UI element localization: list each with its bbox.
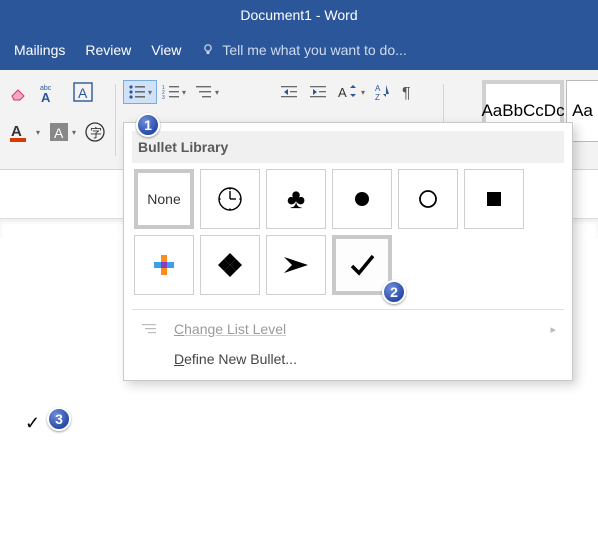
svg-text:A: A [338,85,347,100]
svg-text:3: 3 [162,95,165,100]
phonetic-guide-icon[interactable]: abcA [34,78,66,106]
font-group-bottom: A ▾ A ▾ 字 [4,118,110,146]
submenu-arrow-icon: ▸ [550,323,556,336]
tell-me-search[interactable]: Tell me what you want to do... [201,42,406,58]
tell-me-text: Tell me what you want to do... [222,42,406,58]
define-new-bullet[interactable]: Define New Bullet... [132,344,564,374]
svg-text:A: A [375,84,381,93]
tab-mailings[interactable]: Mailings [14,42,65,58]
bullet-library-header: Bullet Library [132,131,564,163]
svg-text:A: A [78,85,88,101]
multilevel-list-button[interactable]: ▾ [191,82,223,102]
bullet-clock[interactable] [200,169,260,229]
font-group-top: abcA A [4,78,98,106]
bullets-button[interactable]: ▾ [123,80,157,104]
asian-layout-icon[interactable]: A ▾ [333,81,369,103]
group-divider [115,84,116,156]
svg-text:A: A [54,125,64,141]
dropdown-arrow-icon: ▾ [361,88,365,97]
document-title: Document1 - Word [240,7,357,23]
document-bullet-checkmark: ✓ [25,413,40,434]
paragraph-indent-buttons: A ▾ AZ ¶ [275,78,421,106]
style-preview-text: Aa [572,101,593,121]
ribbon-tabs: Mailings Review View Tell me what you wa… [0,30,598,70]
dropdown-arrow-icon: ▾ [72,128,76,137]
paragraph-list-buttons: ▾ 1 2 3 ▾ ▾ [123,78,223,106]
bullet-grid: None ♣ [132,169,564,305]
sort-icon[interactable]: AZ [370,81,396,103]
bullet-four-diamonds[interactable] [200,235,260,295]
svg-text:Z: Z [375,93,380,101]
bullet-square[interactable] [464,169,524,229]
change-list-level-label: Change List Level [174,321,286,337]
highlight-icon[interactable]: A ▾ [44,119,80,145]
titlebar: Document1 - Word [0,0,598,30]
bullet-arrowhead[interactable] [266,235,326,295]
dropdown-arrow-icon: ▾ [148,88,152,97]
char-border-icon[interactable]: A [68,79,98,105]
annotation-badge-1: 1 [136,113,160,137]
annotation-badge-2: 2 [382,280,406,304]
tab-review[interactable]: Review [85,42,131,58]
bullet-color-cross[interactable] [134,235,194,295]
define-new-bullet-label: Define New Bullet... [174,351,297,367]
svg-text:A: A [11,123,22,140]
enclose-char-icon[interactable]: 字 [80,119,110,145]
tab-view[interactable]: View [151,42,181,58]
svg-text:¶: ¶ [402,85,411,101]
font-color-icon[interactable]: A ▾ [4,118,44,146]
dropdown-arrow-icon: ▾ [215,88,219,97]
dropdown-arrow-icon: ▾ [36,128,40,137]
numbering-button[interactable]: 1 2 3 ▾ [158,82,190,102]
increase-indent-icon[interactable] [304,82,332,102]
dropdown-arrow-icon: ▾ [182,88,186,97]
svg-text:字: 字 [90,125,102,140]
svg-text:A: A [41,90,51,104]
bullet-disc[interactable] [332,169,392,229]
decrease-indent-icon[interactable] [275,82,303,102]
bullet-none[interactable]: None [134,169,194,229]
indent-icon [140,323,160,335]
annotation-badge-3: 3 [47,407,71,431]
eraser-icon[interactable] [4,80,32,104]
style-preview-text: AaBbCcDc [481,101,564,121]
show-hide-icon[interactable]: ¶ [397,81,421,103]
bullet-club[interactable]: ♣ [266,169,326,229]
change-list-level: Change List Level ▸ [132,314,564,344]
bullets-dropdown: Bullet Library None ♣ [123,122,573,381]
bullet-circle[interactable] [398,169,458,229]
menu-divider [132,309,564,310]
lightbulb-icon [201,43,215,57]
